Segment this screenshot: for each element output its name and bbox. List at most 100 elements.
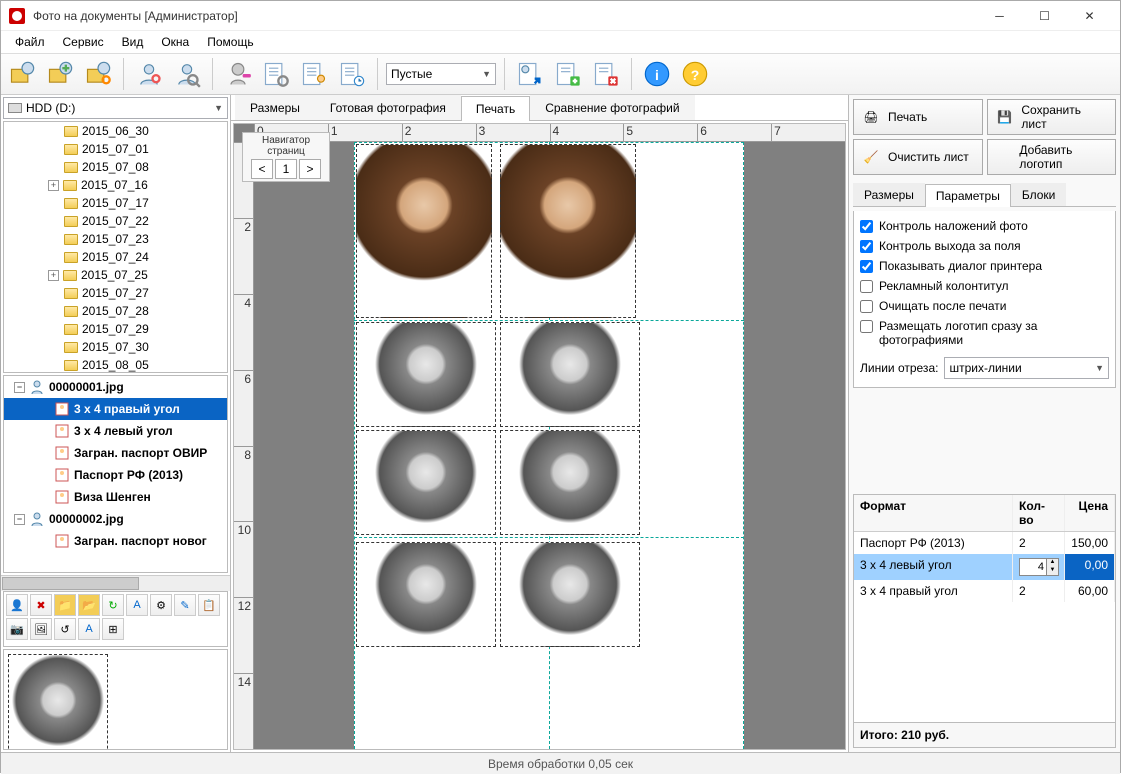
mini-btn-1[interactable]: 👤 xyxy=(6,594,28,616)
toolbar-btn-key[interactable] xyxy=(221,57,255,91)
photo-3x4-left-4[interactable] xyxy=(500,430,640,535)
param-checkbox-row[interactable]: Контроль выхода за поля xyxy=(860,239,1109,253)
add-logo-button[interactable]: Добавить логотип xyxy=(987,139,1117,175)
toolbar-btn-search[interactable] xyxy=(170,57,204,91)
mini-btn-5[interactable]: ↻ xyxy=(102,594,124,616)
checkbox[interactable] xyxy=(860,220,873,233)
file-tree[interactable]: −00000001.jpg3 x 4 правый угол3 x 4 левы… xyxy=(3,375,228,573)
photo-3x4-left-3[interactable] xyxy=(356,430,496,535)
main-tab[interactable]: Размеры xyxy=(235,95,315,120)
folder-row[interactable]: 2015_06_30 xyxy=(4,122,227,140)
toolbar-btn-info[interactable]: i xyxy=(640,57,674,91)
toolbar-btn-help[interactable]: ? xyxy=(678,57,712,91)
folder-row[interactable]: 2015_07_27 xyxy=(4,284,227,302)
print-button[interactable]: 🖨Печать xyxy=(853,99,983,135)
photo-passport-2[interactable] xyxy=(500,144,636,318)
qty-input[interactable] xyxy=(1020,559,1046,575)
folder-row[interactable]: 2015_07_01 xyxy=(4,140,227,158)
clear-sheet-button[interactable]: 🧹Очистить лист xyxy=(853,139,983,175)
param-checkbox-row[interactable]: Показывать диалог принтера xyxy=(860,259,1109,273)
param-checkbox-row[interactable]: Размещать логотип сразу за фотографиями xyxy=(860,319,1109,347)
menu-file[interactable]: Файл xyxy=(7,33,53,51)
minimize-button[interactable]: ─ xyxy=(977,1,1022,31)
format-row[interactable]: Загран. паспорт новог xyxy=(4,530,227,552)
price-row[interactable]: 3 x 4 левый угол▲▼0,00 xyxy=(854,554,1115,580)
photo-3x4-left-1[interactable] xyxy=(356,322,496,427)
folder-row[interactable]: 2015_07_23 xyxy=(4,230,227,248)
toolbar-btn-openplus[interactable] xyxy=(43,57,77,91)
expand-icon[interactable]: + xyxy=(48,180,59,191)
collapse-icon[interactable]: − xyxy=(14,514,25,525)
format-row[interactable]: Загран. паспорт ОВИР xyxy=(4,442,227,464)
save-sheet-button[interactable]: 💾Сохранить лист xyxy=(987,99,1117,135)
format-row[interactable]: Виза Шенген xyxy=(4,486,227,508)
checkbox[interactable] xyxy=(860,240,873,253)
toolbar-btn-listarrow[interactable] xyxy=(513,57,547,91)
toolbar-btn-listclock[interactable] xyxy=(335,57,369,91)
profiles-combo[interactable]: Пустые▼ xyxy=(386,63,496,85)
menu-help[interactable]: Помощь xyxy=(199,33,261,51)
page-prev-button[interactable]: < xyxy=(251,159,273,179)
param-checkbox-row[interactable]: Контроль наложений фото xyxy=(860,219,1109,233)
price-row[interactable]: 3 x 4 правый угол260,00 xyxy=(854,580,1115,602)
toolbar-btn-opengear[interactable] xyxy=(81,57,115,91)
mini-btn-6[interactable]: A xyxy=(126,594,148,616)
menu-service[interactable]: Сервис xyxy=(55,33,112,51)
print-canvas[interactable]: 01234567 02468101214 xyxy=(233,123,846,750)
sub-tab[interactable]: Блоки xyxy=(1011,183,1067,206)
main-tab[interactable]: Готовая фотография xyxy=(315,95,461,120)
format-row[interactable]: 3 x 4 правый угол xyxy=(4,398,227,420)
sub-tab[interactable]: Параметры xyxy=(925,184,1011,207)
folder-row[interactable]: 2015_08_05 xyxy=(4,356,227,373)
mini-btn-3[interactable]: 📁 xyxy=(54,594,76,616)
price-row[interactable]: Паспорт РФ (2013)2150,00 xyxy=(854,532,1115,554)
file-row[interactable]: −00000001.jpg xyxy=(4,376,227,398)
toolbar-btn-open[interactable] xyxy=(5,57,39,91)
photo-passport-1[interactable] xyxy=(356,144,492,318)
checkbox[interactable] xyxy=(860,260,873,273)
file-row[interactable]: −00000002.jpg xyxy=(4,508,227,530)
photo-3x4-right-1[interactable] xyxy=(356,542,496,647)
folder-row[interactable]: 2015_07_28 xyxy=(4,302,227,320)
folder-row[interactable]: 2015_07_30 xyxy=(4,338,227,356)
close-button[interactable]: ✕ xyxy=(1067,1,1112,31)
folder-row[interactable]: 2015_07_22 xyxy=(4,212,227,230)
cutline-combo[interactable]: штрих-линии▼ xyxy=(944,357,1109,379)
maximize-button[interactable]: ☐ xyxy=(1022,1,1067,31)
expand-icon[interactable]: + xyxy=(48,270,59,281)
folder-row[interactable]: 2015_07_17 xyxy=(4,194,227,212)
format-row[interactable]: Паспорт РФ (2013) xyxy=(4,464,227,486)
mini-btn-14[interactable]: ⊞ xyxy=(102,618,124,640)
toolbar-btn-listplus[interactable] xyxy=(551,57,585,91)
folder-tree[interactable]: 2015_06_302015_07_012015_07_08+2015_07_1… xyxy=(3,121,228,373)
file-tree-scrollbar[interactable] xyxy=(1,575,230,591)
menu-view[interactable]: Вид xyxy=(114,33,152,51)
qty-spinner[interactable]: ▲▼ xyxy=(1019,558,1059,576)
spin-up[interactable]: ▲ xyxy=(1046,559,1058,567)
folder-row[interactable]: 2015_07_29 xyxy=(4,320,227,338)
mini-btn-4[interactable]: 📂 xyxy=(78,594,100,616)
main-tab[interactable]: Печать xyxy=(461,96,530,121)
folder-row[interactable]: +2015_07_16 xyxy=(4,176,227,194)
mini-btn-13[interactable]: A xyxy=(78,618,100,640)
main-tab[interactable]: Сравнение фотографий xyxy=(530,95,694,120)
menu-windows[interactable]: Окна xyxy=(153,33,197,51)
mini-btn-10[interactable]: 📷 xyxy=(6,618,28,640)
photo-3x4-right-2[interactable] xyxy=(500,542,640,647)
checkbox[interactable] xyxy=(860,320,873,333)
toolbar-btn-listdel[interactable] xyxy=(589,57,623,91)
sub-tab[interactable]: Размеры xyxy=(853,183,925,206)
spin-down[interactable]: ▼ xyxy=(1046,567,1058,575)
folder-row[interactable]: +2015_07_25 xyxy=(4,266,227,284)
format-row[interactable]: 3 x 4 левый угол xyxy=(4,420,227,442)
folder-row[interactable]: 2015_07_08 xyxy=(4,158,227,176)
photo-3x4-left-2[interactable] xyxy=(500,322,640,427)
param-checkbox-row[interactable]: Очищать после печати xyxy=(860,299,1109,313)
mini-btn-2[interactable]: ✖ xyxy=(30,594,52,616)
mini-btn-9[interactable]: 📋 xyxy=(198,594,220,616)
collapse-icon[interactable]: − xyxy=(14,382,25,393)
folder-row[interactable]: 2015_07_24 xyxy=(4,248,227,266)
toolbar-btn-listgear[interactable] xyxy=(259,57,293,91)
mini-btn-12[interactable]: ↺ xyxy=(54,618,76,640)
checkbox[interactable] xyxy=(860,300,873,313)
